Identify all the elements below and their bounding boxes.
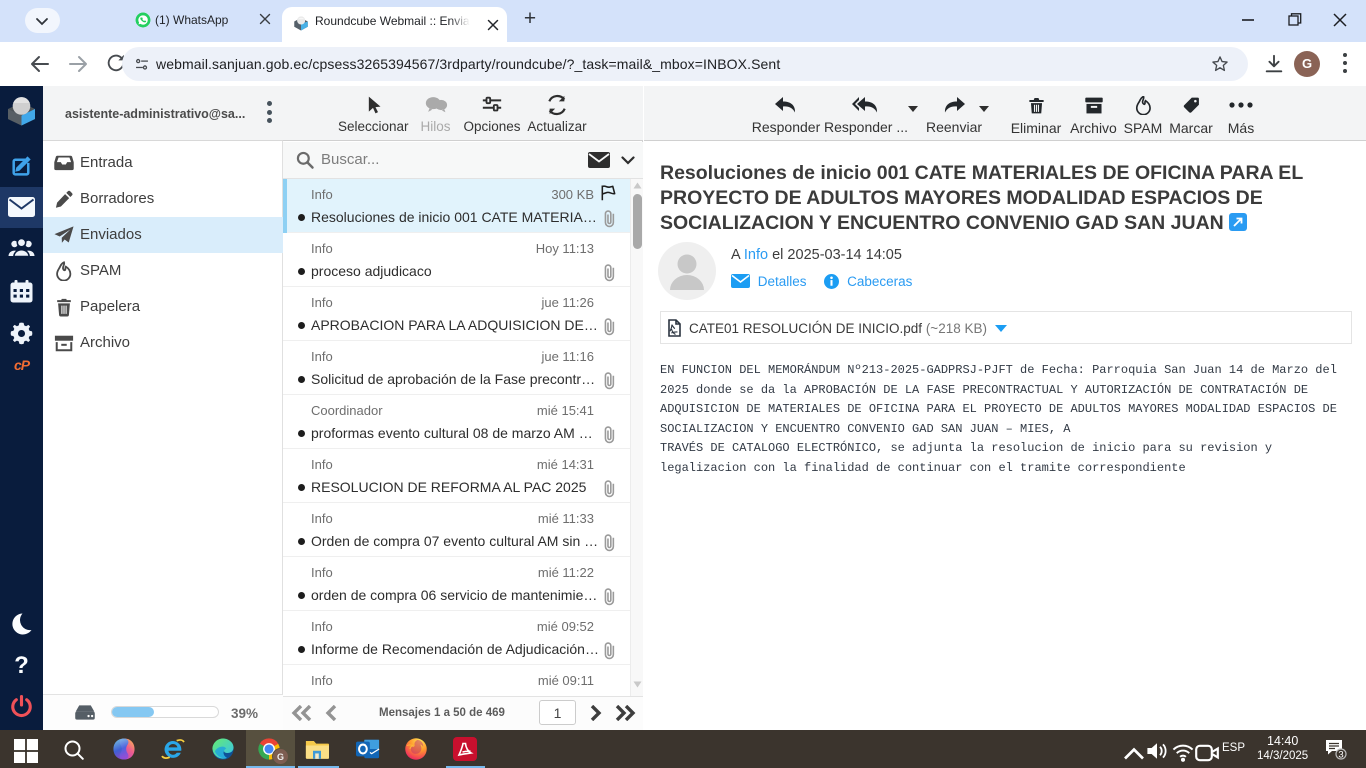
svg-text:3: 3 bbox=[1338, 750, 1343, 761]
